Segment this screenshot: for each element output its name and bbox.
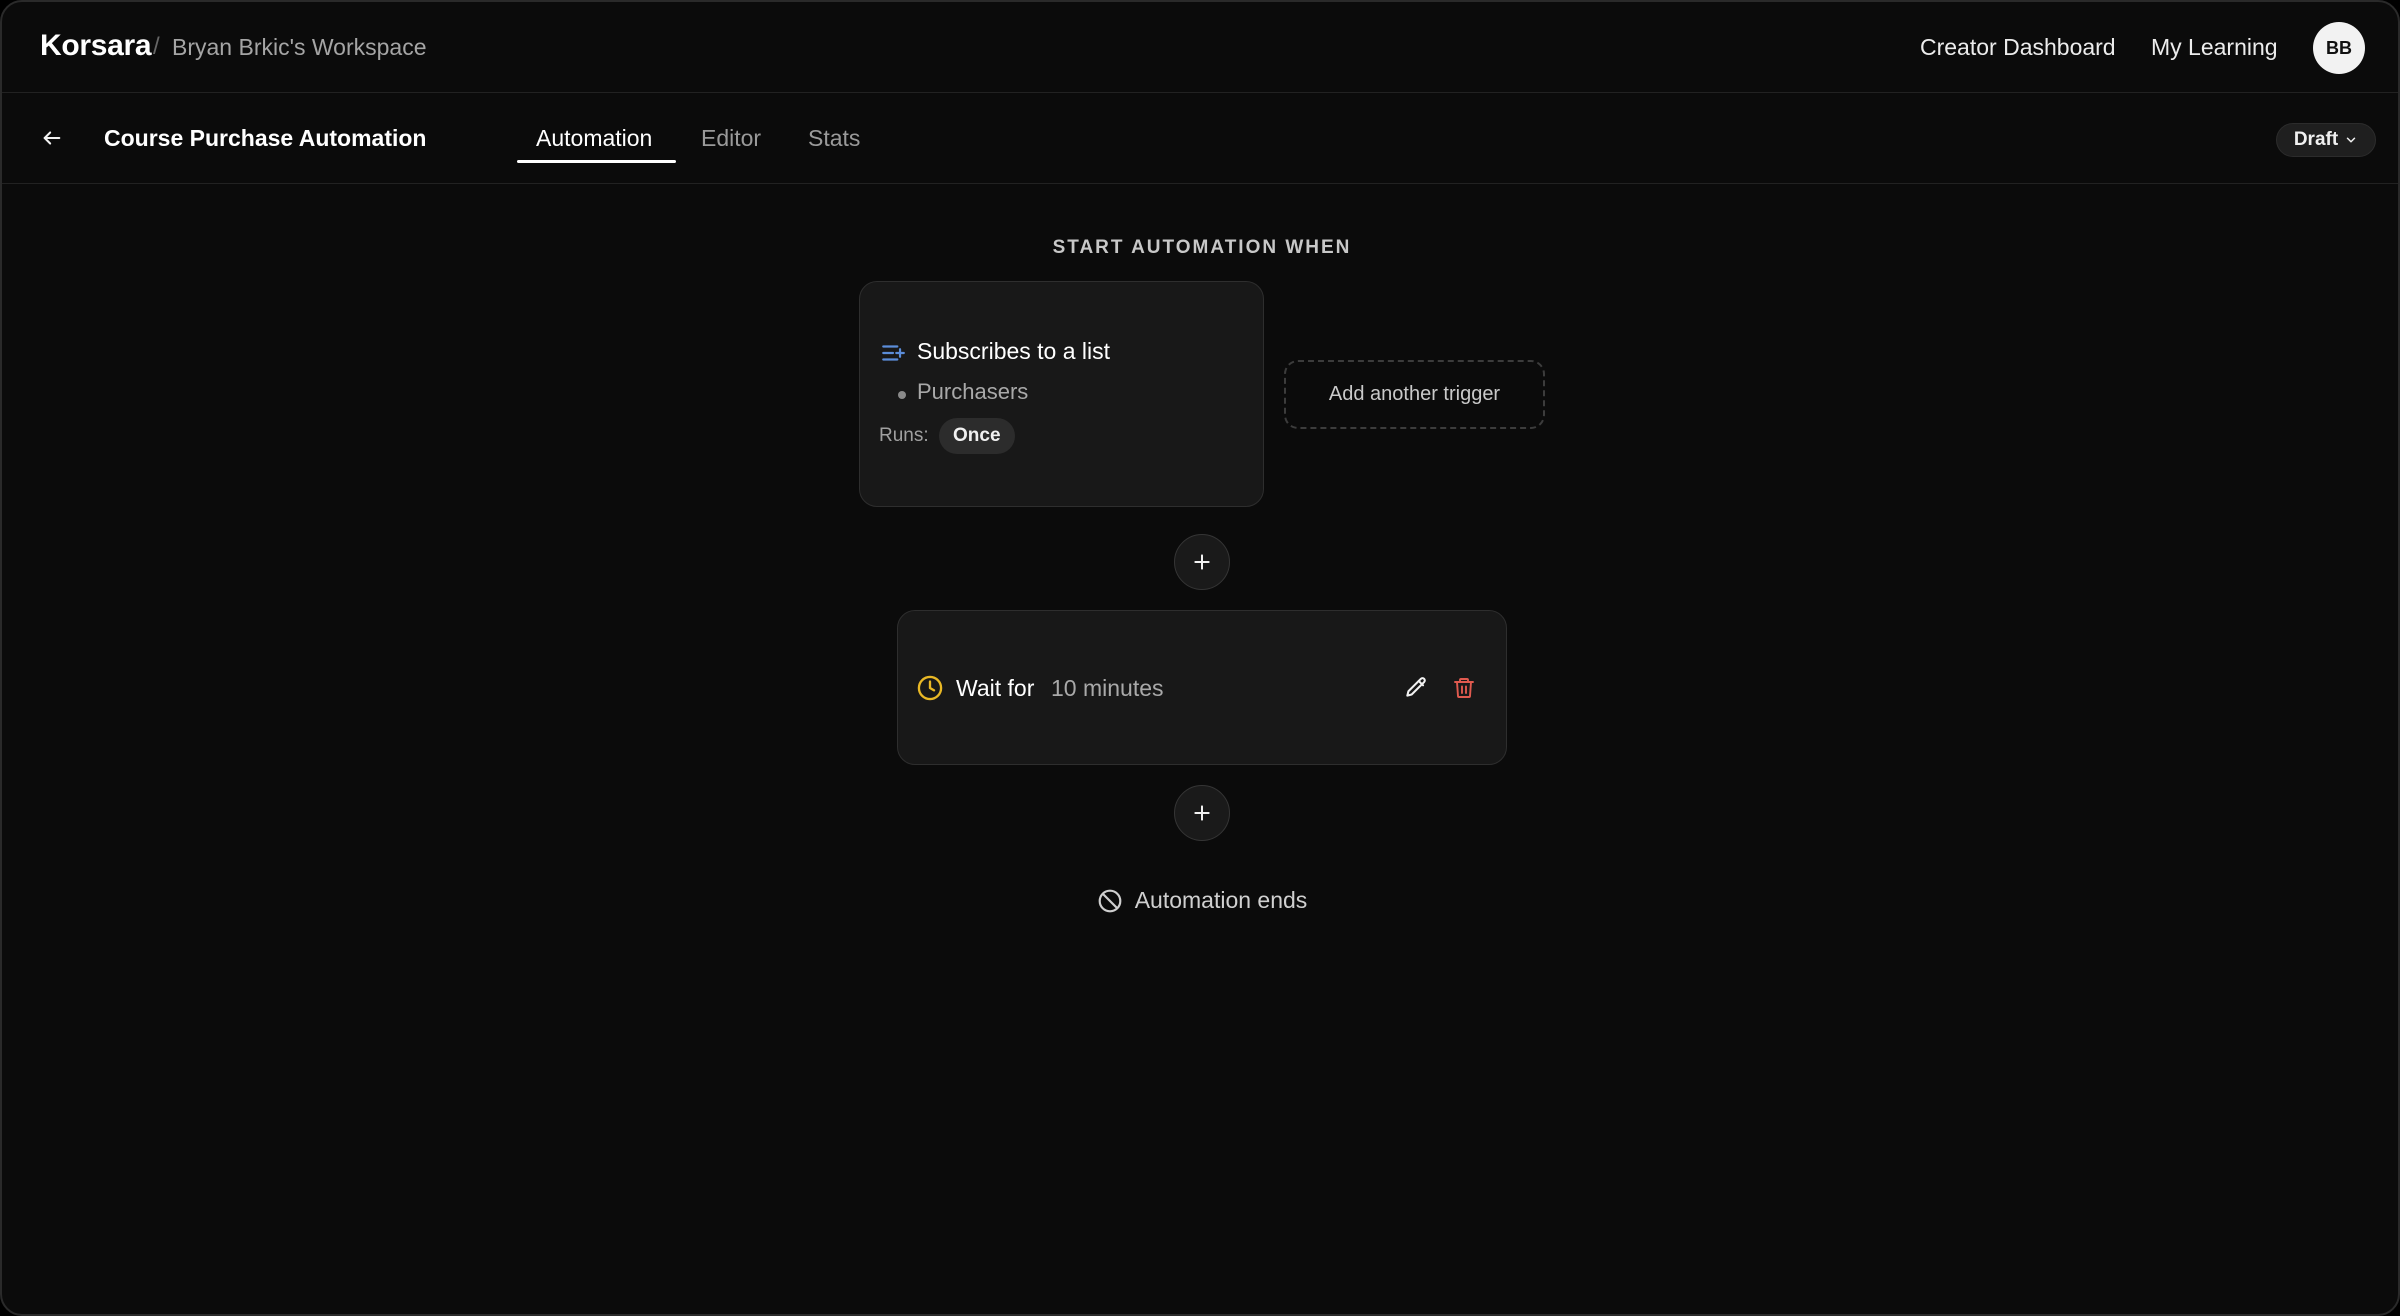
list-add-icon bbox=[882, 345, 905, 361]
back-button[interactable] bbox=[36, 122, 68, 154]
status-dropdown[interactable]: Draft bbox=[2276, 123, 2376, 157]
section-label: START AUTOMATION WHEN bbox=[1052, 237, 1352, 258]
workspace-name[interactable]: Bryan Brkic's Workspace bbox=[172, 34, 426, 61]
edit-step-button[interactable] bbox=[1400, 672, 1432, 704]
delete-step-button[interactable] bbox=[1448, 672, 1480, 704]
plus-icon bbox=[1194, 554, 1210, 570]
tab-automation[interactable]: Automation bbox=[536, 125, 652, 152]
automation-end: Automation ends bbox=[2, 887, 2398, 914]
wait-step-duration: 10 minutes bbox=[1051, 675, 1164, 701]
brand-logo[interactable]: Korsara bbox=[40, 29, 152, 63]
chevron-down-icon bbox=[2346, 137, 2356, 143]
user-avatar[interactable]: BB bbox=[2313, 22, 2365, 74]
list-bullet bbox=[898, 391, 906, 399]
page-header: Course Purchase Automation Automation Ed… bbox=[2, 93, 2398, 184]
tab-editor[interactable]: Editor bbox=[701, 125, 761, 152]
wait-step-label: Wait for bbox=[956, 675, 1035, 701]
plus-icon bbox=[1194, 805, 1210, 821]
wait-step-card[interactable]: Wait for 10 minutes bbox=[897, 610, 1507, 765]
trigger-title: Subscribes to a list bbox=[917, 338, 1111, 364]
app-window: Korsara / Bryan Brkic's Workspace Creato… bbox=[0, 0, 2400, 1316]
creator-dashboard-link[interactable]: Creator Dashboard bbox=[1920, 34, 2116, 61]
pencil-icon bbox=[1406, 677, 1426, 697]
runs-badge: Once bbox=[939, 418, 1015, 454]
runs-label: Runs: bbox=[879, 425, 929, 446]
tab-stats[interactable]: Stats bbox=[808, 125, 860, 152]
add-step-button[interactable] bbox=[1174, 785, 1230, 841]
clock-icon bbox=[917, 675, 943, 701]
status-label: Draft bbox=[2293, 129, 2339, 150]
top-navbar: Korsara / Bryan Brkic's Workspace Creato… bbox=[2, 2, 2398, 93]
trash-icon bbox=[1454, 678, 1474, 698]
my-learning-link[interactable]: My Learning bbox=[2151, 34, 2278, 61]
trigger-list-name: Purchasers bbox=[917, 379, 1029, 404]
active-tab-indicator bbox=[517, 160, 676, 163]
arrow-left-icon bbox=[43, 131, 61, 145]
trigger-card[interactable]: Subscribes to a list Purchasers Runs: On… bbox=[859, 281, 1264, 507]
breadcrumb-separator: / bbox=[153, 33, 160, 60]
ban-icon bbox=[1098, 889, 1122, 912]
add-trigger-button[interactable]: Add another trigger bbox=[1284, 360, 1545, 429]
page-title: Course Purchase Automation bbox=[104, 125, 427, 151]
automation-end-label: Automation ends bbox=[1134, 887, 1308, 913]
add-step-button[interactable] bbox=[1174, 534, 1230, 590]
